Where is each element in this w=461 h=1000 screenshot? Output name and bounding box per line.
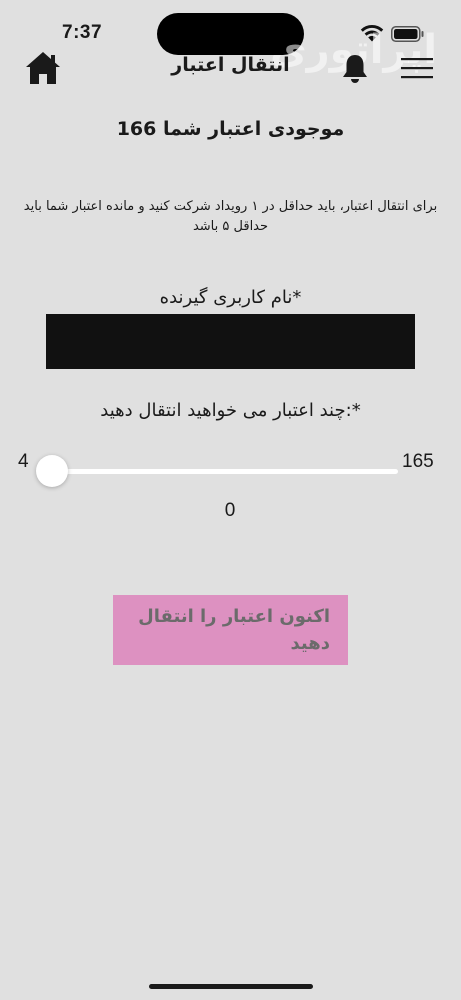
home-icon[interactable] xyxy=(24,49,62,87)
home-indicator xyxy=(149,984,313,989)
amount-slider-value: 0 xyxy=(224,500,236,521)
dynamic-island xyxy=(157,13,304,55)
amount-slider-track[interactable] xyxy=(52,469,398,474)
status-time: 7:37 xyxy=(62,22,103,43)
hamburger-menu-icon[interactable] xyxy=(400,56,434,80)
transfer-rule-text: برای انتقال اعتبار، باید حداقل در ۱ روید… xyxy=(23,199,438,234)
screen: 7:37 اپراتوری انتقال اعتبار موجودی اعتبا… xyxy=(0,0,461,1000)
amount-slider-thumb[interactable] xyxy=(36,455,68,487)
slider-min-label: 4 xyxy=(18,451,29,472)
wifi-icon xyxy=(360,24,384,42)
recipient-username-input[interactable] xyxy=(46,314,415,369)
battery-icon xyxy=(391,26,424,42)
bell-icon[interactable] xyxy=(340,53,370,85)
transfer-credit-button[interactable]: اکنون اعتبار را انتقال دهید xyxy=(113,595,348,665)
slider-max-label: 165 xyxy=(402,451,434,472)
credit-balance: موجودی اعتبار شما 166 xyxy=(116,118,345,140)
recipient-username-label: نام کاربری گیرنده* xyxy=(159,287,302,308)
page-title: انتقال اعتبار xyxy=(171,54,290,76)
amount-label: چند اعتبار می خواهید انتقال دهید:* xyxy=(100,400,361,421)
